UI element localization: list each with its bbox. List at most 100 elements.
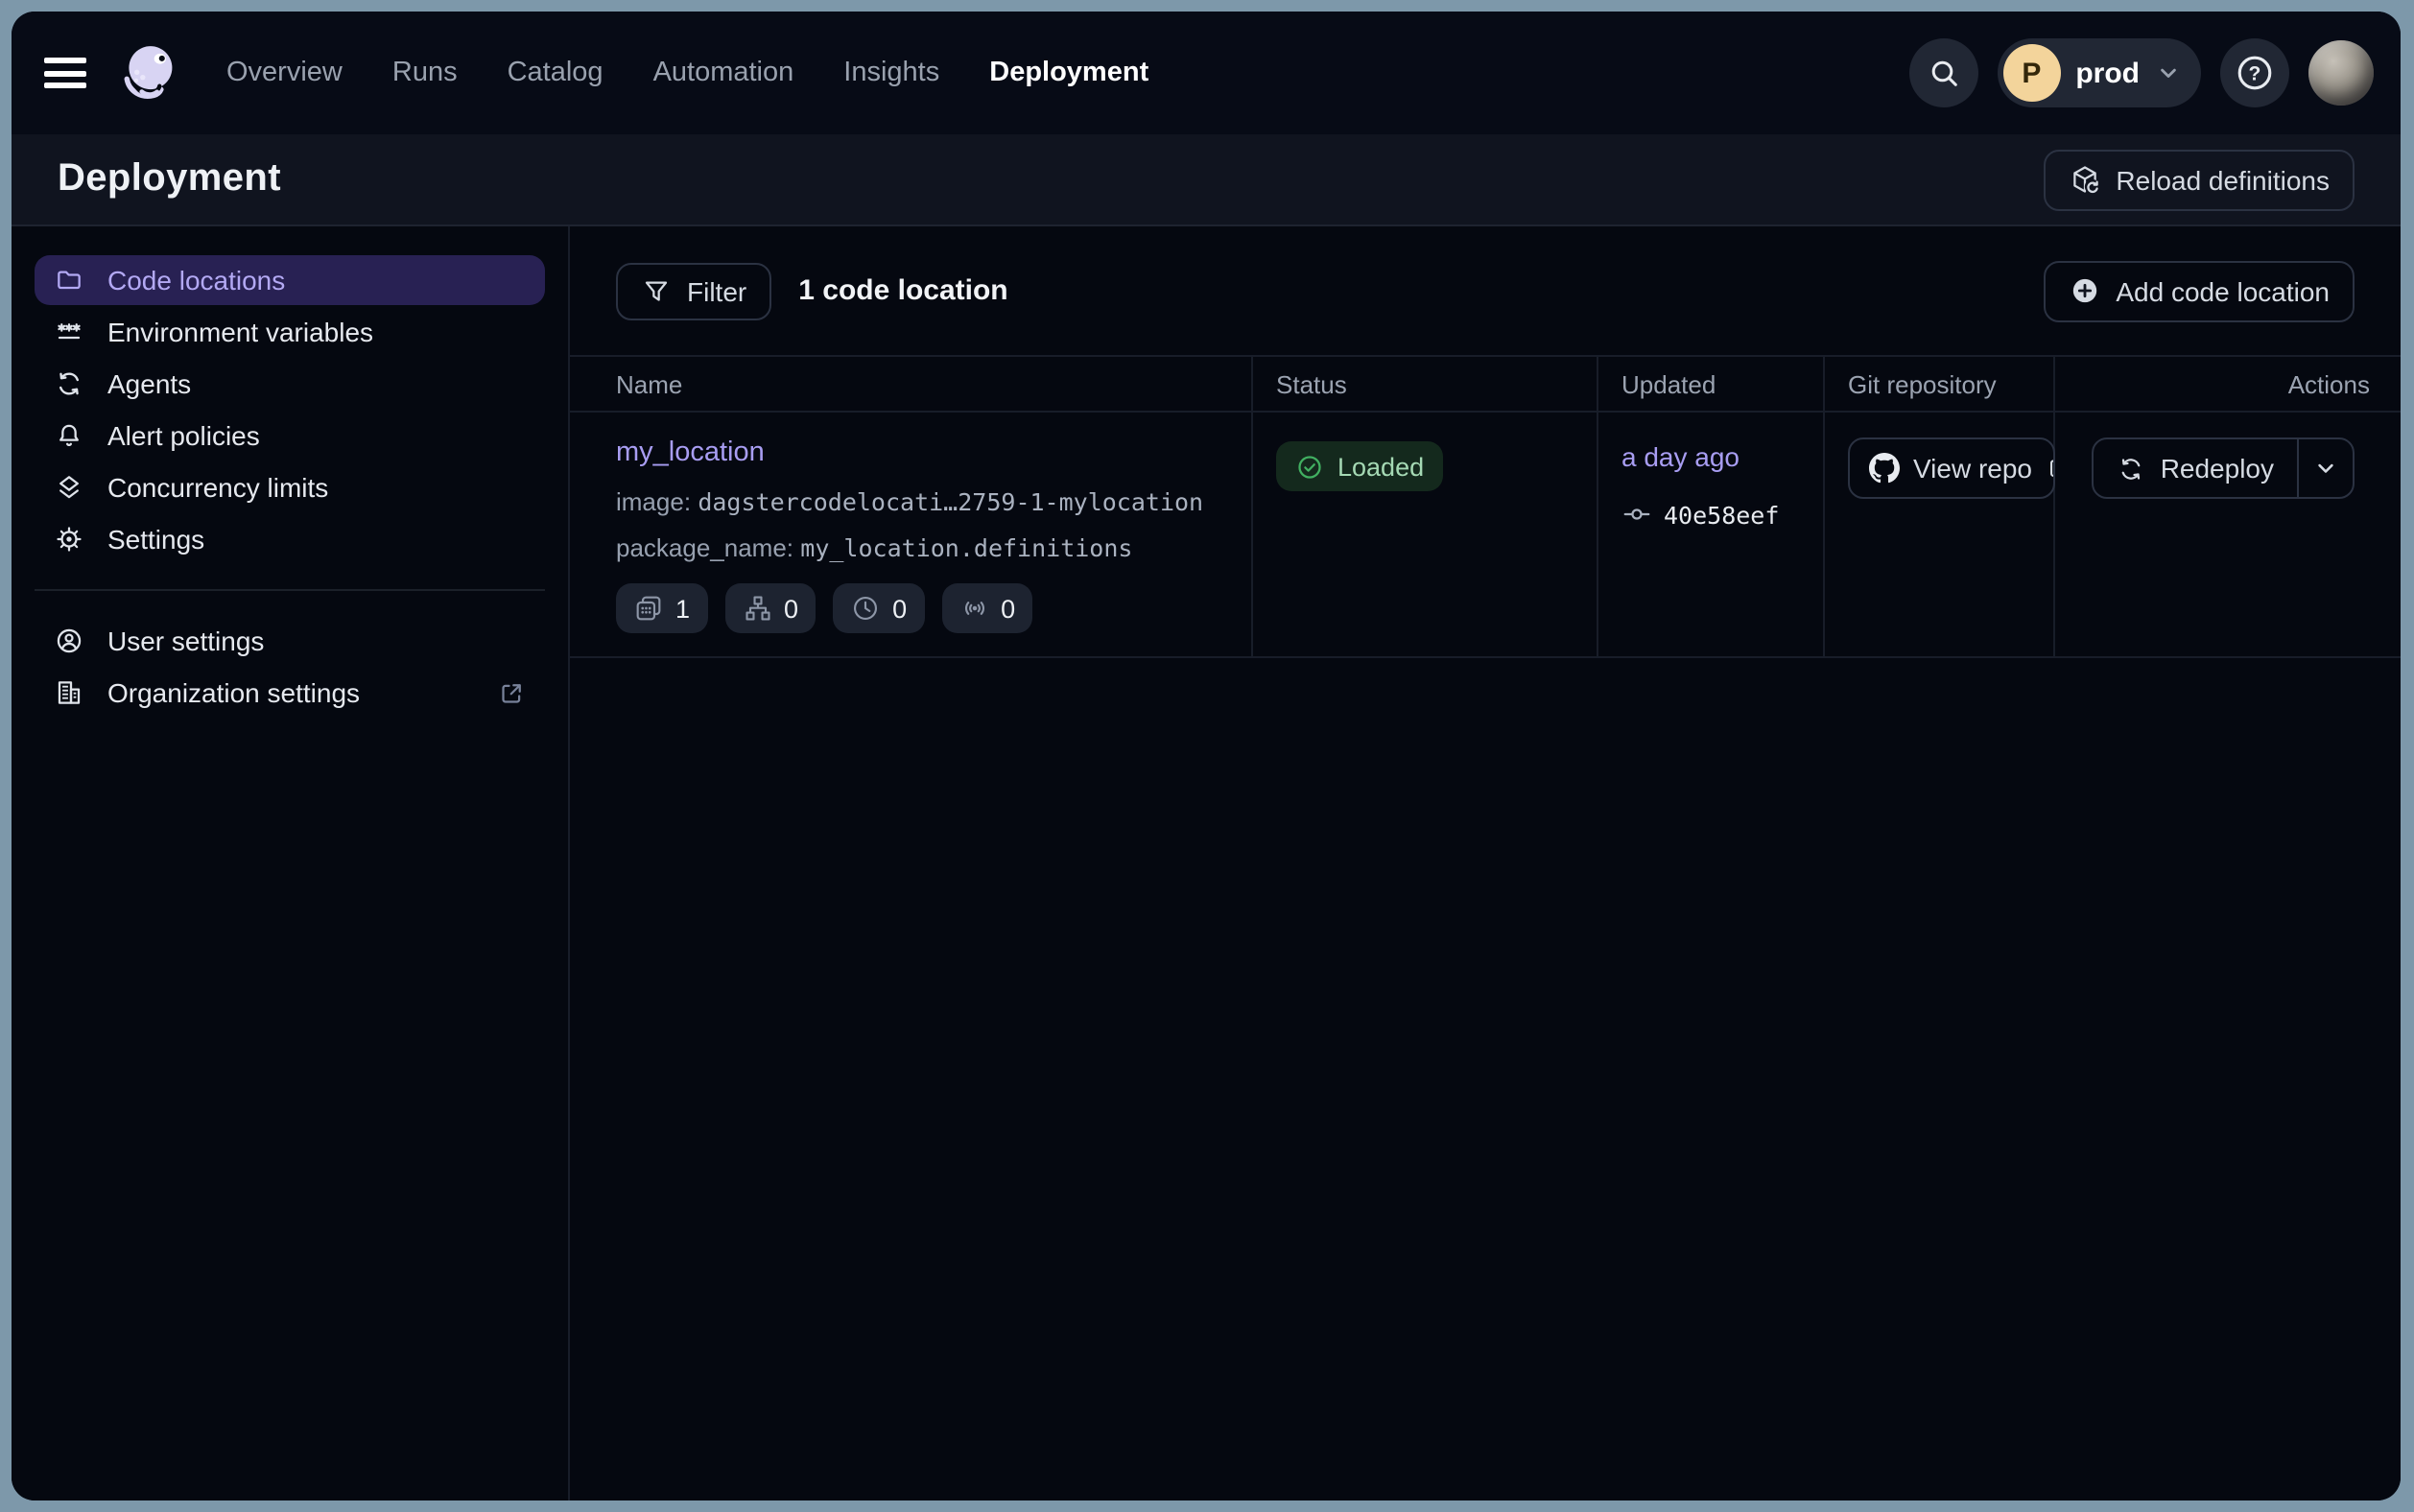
- sidebar-item-label: Agents: [107, 368, 191, 399]
- sidebar-item-agents[interactable]: Agents: [35, 359, 545, 409]
- app-window: Overview Runs Catalog Automation Insight…: [12, 12, 2401, 1500]
- sidebar-item-label: Concurrency limits: [107, 472, 328, 503]
- asset-graph-count-badge[interactable]: 0: [724, 583, 816, 633]
- search-icon: [1926, 56, 1960, 90]
- page-header: Deployment Reload definitions: [12, 134, 2401, 226]
- filter-label: Filter: [687, 275, 746, 306]
- redeploy-button[interactable]: Redeploy: [2094, 439, 2297, 497]
- redeploy-menu-button[interactable]: [2297, 439, 2353, 497]
- nav-item-deployment[interactable]: Deployment: [989, 58, 1148, 88]
- column-header-updated: Updated: [1598, 357, 1825, 411]
- sidebar-item-organization-settings[interactable]: Organization settings: [35, 668, 545, 718]
- jobs-count-badge[interactable]: 1: [616, 583, 707, 633]
- asset-graph-icon: [742, 593, 772, 624]
- sidebar-item-label: Environment variables: [107, 317, 373, 347]
- nav-item-insights[interactable]: Insights: [843, 58, 939, 88]
- jobs-count: 1: [675, 594, 690, 623]
- screen: Overview Runs Catalog Automation Insight…: [0, 0, 2414, 1512]
- deployment-switcher[interactable]: P prod: [1997, 38, 2201, 107]
- sidebar-item-user-settings[interactable]: User settings: [35, 616, 545, 666]
- view-repo-label: View repo: [1913, 453, 2032, 484]
- filter-button[interactable]: Filter: [616, 262, 771, 319]
- updated-time-link[interactable]: a day ago: [1621, 441, 1740, 472]
- sidebar-item-alert-policies[interactable]: Alert policies: [35, 411, 545, 461]
- layers-diamond-icon: [54, 472, 84, 503]
- deployment-initial-badge: P: [2002, 44, 2060, 102]
- redeploy-split-button: Redeploy: [2092, 437, 2355, 499]
- package-name-label: package_name:: [616, 533, 793, 562]
- schedules-count-badge[interactable]: 0: [833, 583, 924, 633]
- nav-item-overview[interactable]: Overview: [226, 58, 343, 88]
- top-nav: Overview Runs Catalog Automation Insight…: [12, 12, 2401, 134]
- app-body: Code locations Environment variables: [12, 226, 2401, 1500]
- user-avatar[interactable]: [2308, 40, 2374, 106]
- external-link-icon: [2046, 455, 2055, 482]
- nav-item-catalog[interactable]: Catalog: [508, 58, 604, 88]
- git-repository-cell: View repo: [1825, 413, 2055, 656]
- bell-icon: [54, 420, 84, 451]
- chevron-down-icon: [2155, 59, 2182, 86]
- reload-definitions-button[interactable]: Reload definitions: [2043, 149, 2355, 210]
- sidebar-item-code-locations[interactable]: Code locations: [35, 255, 545, 305]
- external-link-icon: [497, 678, 526, 707]
- nav-items: Overview Runs Catalog Automation Insight…: [226, 58, 1148, 88]
- commit-line: 40e58eef: [1621, 499, 1800, 530]
- deployment-name: prod: [2075, 57, 2140, 89]
- sidebar-item-label: Code locations: [107, 265, 285, 295]
- sidebar-item-settings[interactable]: Settings: [35, 514, 545, 564]
- filter-funnel-icon: [641, 275, 672, 306]
- search-button[interactable]: [1908, 38, 1977, 107]
- nav-item-runs[interactable]: Runs: [392, 58, 458, 88]
- nav-item-automation[interactable]: Automation: [653, 58, 794, 88]
- table-header-row: Name Status Updated Git repository Actio…: [570, 357, 2401, 413]
- svg-text:?: ?: [2249, 63, 2261, 85]
- column-header-status: Status: [1253, 357, 1598, 411]
- schedule-clock-icon: [850, 593, 881, 624]
- code-locations-table: Name Status Updated Git repository Actio…: [570, 355, 2401, 658]
- plus-circle-icon: [2068, 274, 2100, 307]
- add-code-location-button[interactable]: Add code location: [2043, 260, 2355, 321]
- jobs-icon: [633, 593, 664, 624]
- sensors-count-badge[interactable]: 0: [941, 583, 1032, 633]
- commit-hash: 40e58eef: [1664, 500, 1779, 529]
- schedules-count: 0: [892, 594, 907, 623]
- reload-definitions-label: Reload definitions: [2116, 164, 2330, 195]
- status-badge: Loaded: [1276, 441, 1443, 491]
- agents-refresh-icon: [54, 368, 84, 399]
- code-location-link[interactable]: my_location: [616, 437, 765, 468]
- view-repo-button[interactable]: View repo: [1848, 437, 2055, 499]
- sidebar-item-label: Organization settings: [107, 677, 360, 708]
- package-name-value: my_location.definitions: [800, 533, 1132, 562]
- sidebar-divider: [35, 589, 545, 591]
- status-label: Loaded: [1337, 452, 1424, 481]
- dagster-logo-icon[interactable]: [115, 38, 184, 107]
- add-code-location-label: Add code location: [2116, 275, 2330, 306]
- updated-cell: a day ago 40e58eef: [1598, 413, 1825, 656]
- actions-cell: Redeploy: [2055, 413, 2401, 656]
- sensor-icon: [958, 593, 989, 624]
- check-circle-icon: [1295, 452, 1324, 481]
- building-icon: [54, 677, 84, 708]
- column-header-actions: Actions: [2055, 357, 2401, 411]
- column-header-name: Name: [570, 357, 1253, 411]
- reload-definitions-icon: [2068, 163, 2100, 196]
- status-cell: Loaded: [1253, 413, 1598, 656]
- help-button[interactable]: ?: [2220, 38, 2289, 107]
- sidebar-item-concurrency-limits[interactable]: Concurrency limits: [35, 462, 545, 512]
- chevron-down-icon: [2312, 455, 2339, 482]
- toolbar: Filter 1 code location Add code location: [570, 226, 2401, 355]
- sidebar-item-environment-variables[interactable]: Environment variables: [35, 307, 545, 357]
- gear-icon: [54, 524, 84, 555]
- table-row: my_location image: dagstercodelocati…275…: [570, 413, 2401, 658]
- image-label: image:: [616, 487, 691, 516]
- page-title: Deployment: [58, 157, 281, 201]
- sidebar-item-label: Alert policies: [107, 420, 260, 451]
- name-cell: my_location image: dagstercodelocati…275…: [570, 413, 1253, 656]
- env-vars-icon: [54, 317, 84, 347]
- top-nav-right: P prod ?: [1908, 38, 2374, 107]
- help-icon: ?: [2234, 52, 2276, 94]
- asset-graph-count: 0: [784, 594, 798, 623]
- hamburger-menu-icon[interactable]: [44, 58, 86, 88]
- image-meta-line: image: dagstercodelocati…2759-1-mylocati…: [616, 487, 1228, 516]
- folder-icon: [54, 265, 84, 295]
